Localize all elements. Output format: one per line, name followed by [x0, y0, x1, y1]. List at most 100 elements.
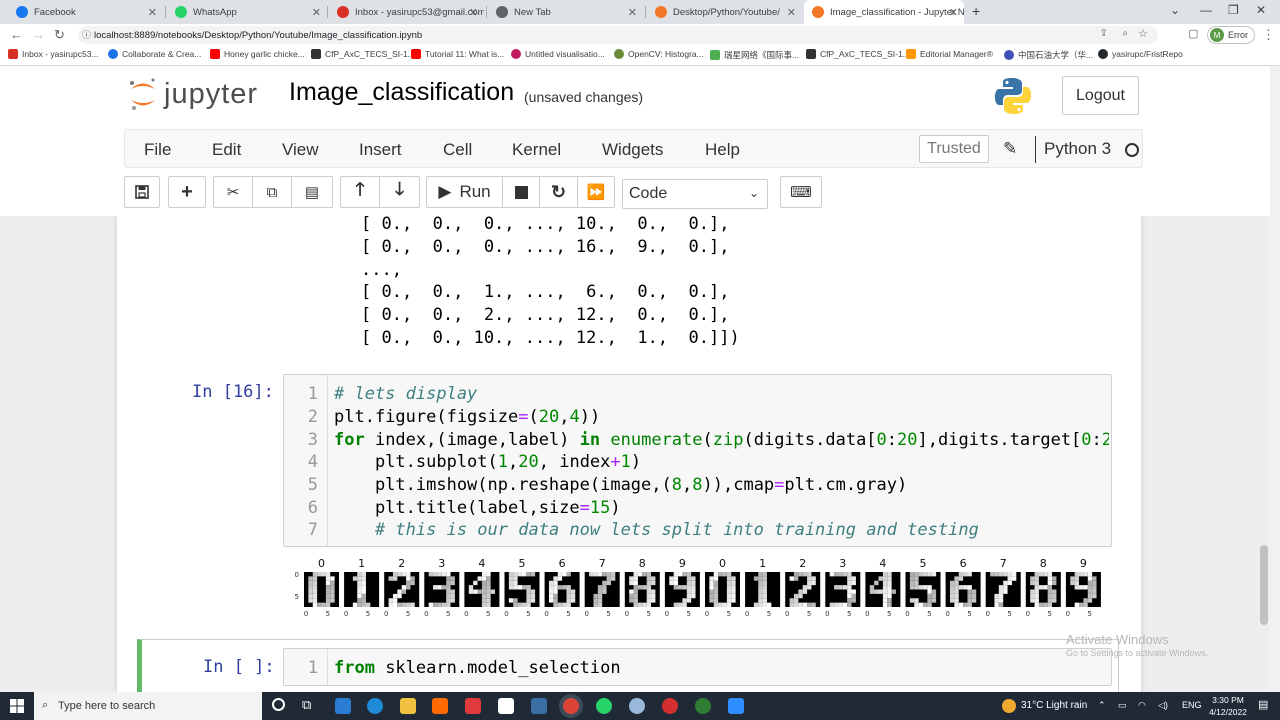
bookmark-item[interactable]: Untitled visualisatio... — [511, 49, 605, 59]
tab-search-icon[interactable]: ⌄ — [1170, 3, 1180, 17]
wifi-icon[interactable]: ◠ — [1138, 700, 1146, 711]
trusted-button[interactable]: Trusted — [919, 135, 989, 163]
app-icon[interactable] — [498, 698, 514, 714]
bookmark-item[interactable]: Inbox - yasirupc53... — [8, 49, 99, 59]
move-down-button[interactable]: 🡓 — [379, 176, 420, 208]
mail-icon[interactable] — [335, 698, 351, 714]
close-icon[interactable]: ✕ — [469, 6, 478, 19]
close-icon[interactable]: ✕ — [628, 6, 637, 19]
run-button[interactable]: ▶ Run — [426, 176, 503, 208]
insert-cell-button[interactable]: + — [168, 176, 206, 208]
chrome-icon[interactable] — [563, 698, 579, 714]
menu-insert[interactable]: Insert — [359, 140, 402, 160]
paste-button[interactable]: ▤ — [291, 176, 333, 208]
tab-whatsapp[interactable]: WhatsApp ✕ — [167, 0, 327, 24]
opera-icon[interactable] — [662, 698, 678, 714]
taskbar-search-input[interactable]: ⌕ Type here to search — [34, 692, 262, 720]
page-scrollbar[interactable] — [1270, 66, 1280, 692]
tab-desktop-folder[interactable]: Desktop/Python/Youtube/ ✕ — [647, 0, 802, 24]
tab-gmail[interactable]: Inbox - yasirupc53@gmail.com - ✕ — [329, 0, 484, 24]
share-icon[interactable]: ⇪ — [1100, 28, 1108, 39]
tray-chevron-icon[interactable]: ⌃ — [1098, 700, 1106, 711]
forward-icon[interactable]: → — [32, 27, 45, 42]
menu-widgets[interactable]: Widgets — [602, 140, 663, 160]
reload-icon[interactable]: ↻ — [54, 27, 65, 43]
bookmark-item[interactable]: 瑞星网络《国际事... — [710, 49, 799, 61]
menu-view[interactable]: View — [282, 140, 319, 160]
app-icon[interactable] — [695, 698, 711, 714]
tab-image-classification[interactable]: Image_classification - Jupyter No ✕ — [804, 0, 964, 24]
windows-start-icon[interactable] — [10, 699, 24, 713]
copy-button[interactable]: ⧉ — [252, 176, 292, 208]
bookmark-item[interactable]: Editorial Manager® — [906, 49, 993, 59]
zoom-icon[interactable]: ⌕ — [1122, 28, 1128, 39]
cortana-icon[interactable] — [272, 698, 285, 711]
cell-type-select[interactable]: Code ⌄ — [622, 179, 768, 209]
close-icon[interactable]: ✕ — [949, 6, 958, 19]
close-window-icon[interactable]: ✕ — [1256, 3, 1266, 17]
code-editor[interactable]: 1 from sklearn.model_selection — [283, 648, 1112, 686]
bookmark-item[interactable]: yasirupc/FristRepo — [1098, 49, 1183, 59]
tab-facebook[interactable]: Facebook ✕ — [8, 0, 163, 24]
url-field[interactable]: ⓘ localhost:8889/notebooks/Desktop/Pytho… — [78, 26, 1158, 44]
tab-new-tab[interactable]: New Tab ✕ — [488, 0, 643, 24]
close-icon[interactable]: ✕ — [787, 6, 796, 19]
menu-kernel[interactable]: Kernel — [512, 140, 561, 160]
interrupt-button[interactable] — [502, 176, 540, 208]
more-menu-icon[interactable]: ⋮ — [1262, 27, 1275, 43]
clock[interactable]: 3:30 PM 4/12/2022 — [1205, 694, 1251, 718]
logout-button[interactable]: Logout — [1062, 76, 1139, 115]
app-icon[interactable] — [531, 698, 547, 714]
language-indicator[interactable]: ENG — [1182, 700, 1202, 710]
digit-pixel — [847, 580, 852, 586]
jupyter-logo[interactable]: jupyter — [128, 76, 258, 112]
network-icon[interactable]: ▭ — [1118, 700, 1127, 711]
app-icon[interactable] — [465, 698, 481, 714]
profile-button[interactable]: M Error — [1207, 26, 1255, 44]
minimize-icon[interactable]: — — [1200, 3, 1212, 17]
bookmark-item[interactable]: CfP_AxC_TECS_SI-1... — [311, 49, 415, 59]
task-view-icon[interactable]: ⧉ — [302, 697, 311, 713]
windows-taskbar: ⌕ Type here to search ⧉ 31°C Light rain … — [0, 692, 1280, 720]
zoom-icon[interactable] — [728, 698, 744, 714]
edit-pencil-icon[interactable]: ✎ — [1003, 139, 1017, 159]
menu-help[interactable]: Help — [705, 140, 740, 160]
new-tab-button[interactable]: + — [972, 3, 980, 19]
whatsapp-icon[interactable] — [596, 698, 612, 714]
weather-icon[interactable] — [1002, 699, 1016, 713]
bookmark-star-icon[interactable]: ☆ — [1138, 27, 1148, 40]
bookmark-item[interactable]: CfP_AxC_TECS_SI-1... — [806, 49, 910, 59]
restore-icon[interactable]: ❐ — [1228, 3, 1239, 17]
kernel-name[interactable]: Python 3 — [1044, 139, 1111, 159]
code-editor[interactable]: 1 2 3 4 5 6 7 # lets display plt.figure(… — [283, 374, 1112, 547]
command-palette-button[interactable]: ⌨ — [780, 176, 822, 208]
restart-button[interactable]: ↻ — [539, 176, 578, 208]
cut-button[interactable]: ✂ — [213, 176, 253, 208]
edge-icon[interactable] — [367, 698, 383, 714]
weather-text[interactable]: 31°C Light rain — [1021, 700, 1087, 711]
app-icon[interactable] — [629, 698, 645, 714]
volume-icon[interactable]: ◁) — [1158, 700, 1168, 711]
close-icon[interactable]: ✕ — [312, 6, 321, 19]
menu-file[interactable]: File — [144, 140, 171, 160]
notification-icon[interactable]: ▤ — [1258, 698, 1268, 711]
bookmark-item[interactable]: 中国石油大学（华... — [1004, 49, 1093, 61]
file-explorer-icon[interactable] — [400, 698, 416, 714]
back-icon[interactable]: ← — [10, 27, 23, 42]
move-up-button[interactable]: 🡑 — [340, 176, 380, 208]
restart-run-all-button[interactable]: ⏩ — [577, 176, 615, 208]
bookmark-item[interactable]: Tutorial 11: What is... — [411, 49, 504, 59]
bookmark-item[interactable]: OpenCV: Histogra... — [614, 49, 704, 59]
bookmark-item[interactable]: Honey garlic chicke... — [210, 49, 305, 59]
info-icon[interactable]: ⓘ — [82, 28, 91, 41]
app-icon[interactable] — [432, 698, 448, 714]
menu-edit[interactable]: Edit — [212, 140, 241, 160]
save-button[interactable] — [124, 176, 160, 208]
bookmark-item[interactable]: Collaborate & Crea... — [108, 49, 201, 59]
notebook-title[interactable]: Image_classification — [289, 78, 514, 107]
scrollbar-thumb[interactable] — [1260, 545, 1268, 625]
close-icon[interactable]: ✕ — [148, 6, 157, 19]
x-tick-label: 5 — [326, 610, 330, 618]
menu-cell[interactable]: Cell — [443, 140, 472, 160]
sidebar-icon[interactable]: ▢ — [1188, 27, 1198, 40]
